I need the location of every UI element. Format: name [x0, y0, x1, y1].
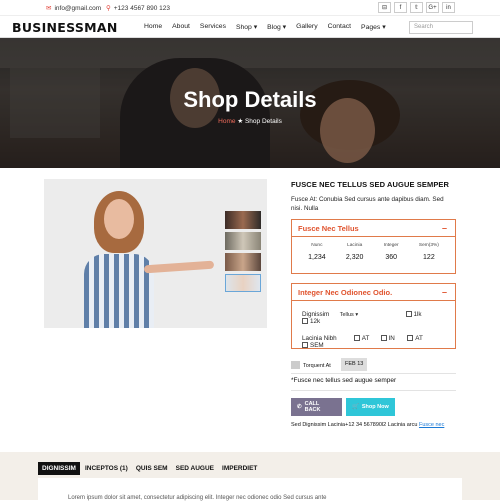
thumbnail-1[interactable]	[225, 211, 261, 229]
product-info: FUSCE NEC TELLUS SED AUGUE SEMPER Fusce …	[291, 180, 456, 213]
stats-box: Fusce Nec Tellus – Nunc 1,234 Lacinia 2,320…	[291, 219, 456, 274]
divider	[291, 390, 456, 391]
tab-inceptos[interactable]: INCEPTOS (1)	[82, 462, 131, 475]
model-arm	[143, 260, 215, 274]
nav-item-services[interactable]: Services	[200, 23, 226, 31]
tab-sed-augue[interactable]: SED AUGUE	[173, 462, 217, 475]
meta-label: Torquent At	[291, 358, 335, 371]
cart-icon: 🛒	[352, 404, 359, 410]
calendar-icon	[291, 361, 300, 369]
contact-email[interactable]: ✉ info@gmail.com	[46, 4, 101, 12]
phone-icon: ✆	[297, 404, 302, 410]
stat-item: Nunc 1,234	[308, 243, 326, 261]
product-note: *Fusce nec tellus sed augue semper	[291, 377, 397, 384]
google-plus-icon[interactable]: G+	[426, 2, 439, 13]
rss-icon[interactable]: ⊟	[378, 2, 391, 13]
twitter-icon[interactable]: 𝕥	[410, 2, 423, 13]
search-input[interactable]: Search	[409, 21, 473, 34]
location-icon: ⚲	[106, 5, 111, 12]
nav-item-contact[interactable]: Contact	[328, 23, 351, 31]
breadcrumb-current: Shop Details	[244, 118, 282, 125]
divider	[291, 373, 456, 374]
tellus-select[interactable]: Tellus ▾	[340, 312, 388, 318]
option-at-2[interactable]: AT	[407, 335, 432, 342]
main-navbar: BUSINESSMAN Home About Services Shop ▾ B…	[0, 15, 500, 38]
page-title: Shop Details	[183, 87, 317, 112]
nav-item-shop[interactable]: Shop ▾	[236, 23, 257, 31]
checkbox[interactable]	[302, 342, 308, 348]
contact-phone[interactable]: ⚲ +123 4567 890 123	[106, 4, 170, 12]
options-box: Integer Nec Odionec Odio. – Dignissim Tel…	[291, 283, 456, 349]
thumbnail-3[interactable]	[225, 253, 261, 271]
tab-dignissim[interactable]: DIGNISSIM	[38, 462, 80, 475]
stats-box-header[interactable]: Fusce Nec Tellus –	[292, 220, 455, 237]
breadcrumb: Home ★ Shop Details	[0, 117, 500, 125]
model-face	[104, 199, 134, 239]
tab-quis-sem[interactable]: QUIS SEM	[133, 462, 171, 475]
nav-item-blog[interactable]: Blog ▾	[267, 23, 286, 31]
stat-item: Sem(3%) 122	[418, 243, 439, 261]
star-icon: ★	[237, 118, 245, 125]
breadcrumb-home[interactable]: Home	[218, 118, 235, 125]
checkbox[interactable]	[302, 318, 308, 324]
option-1lk[interactable]: 1lk	[405, 311, 432, 318]
social-links: ⊟ f 𝕥 G+ in	[378, 2, 455, 13]
collapse-icon[interactable]: –	[442, 287, 447, 297]
option-in[interactable]: IN	[380, 335, 406, 342]
brand-logo[interactable]: BUSINESSMAN	[12, 20, 118, 35]
thumbnail-4-active[interactable]	[225, 274, 261, 292]
product-description: Fusce At: Conubia Sed cursus ante dapibu…	[291, 196, 444, 212]
facebook-icon[interactable]: f	[394, 2, 407, 13]
contact-link[interactable]: Fusce nec	[419, 422, 444, 428]
nav-menu: Home About Services Shop ▾ Blog ▾ Galler…	[144, 23, 386, 31]
option-row-dignissim: Dignissim Tellus ▾ 1lk 12k	[302, 311, 455, 325]
contact-info: Sed Dignissim Lacinia+12 34 567890l2 Lac…	[291, 422, 445, 428]
product-thumbnails	[225, 211, 261, 295]
checkbox[interactable]	[407, 335, 414, 341]
stat-item: Lacinia 2,320	[345, 243, 364, 261]
model-shirt	[84, 254, 154, 328]
stat-item: Integer 360	[383, 243, 399, 261]
checkbox[interactable]	[380, 335, 387, 341]
top-bar: ✉ info@gmail.com ⚲ +123 4567 890 123 ⊟ f 𝕥…	[0, 0, 500, 15]
meta-date-badge: FEB 13	[341, 358, 368, 371]
mail-icon: ✉	[46, 5, 52, 12]
thumbnail-2[interactable]	[225, 232, 261, 250]
nav-item-pages[interactable]: Pages ▾	[361, 23, 386, 31]
call-back-button[interactable]: ✆ CALL BACK	[291, 398, 342, 416]
product-tabs: DIGNISSIM INCEPTOS (1) QUIS SEM SED AUGU…	[38, 462, 262, 475]
checkbox[interactable]	[353, 335, 360, 341]
stats-row: Nunc 1,234 Lacinia 2,320 Integer 360 Sem(3%…	[292, 237, 455, 261]
linkedin-icon[interactable]: in	[442, 2, 455, 13]
tab-content-text: Lorem ipsum dolor sit amet, consectetur …	[68, 495, 327, 501]
collapse-icon[interactable]: –	[442, 223, 447, 233]
nav-item-home[interactable]: Home	[144, 23, 162, 31]
options-box-header[interactable]: Integer Nec Odionec Odio. –	[292, 284, 455, 301]
option-at[interactable]: AT	[353, 335, 379, 342]
product-title: FUSCE NEC TELLUS SED AUGUE SEMPER	[291, 180, 450, 189]
checkbox[interactable]	[405, 311, 412, 317]
option-12k[interactable]: 12k	[302, 318, 326, 325]
option-row-lacinia: Lacinia Nibh AT IN AT SEM	[302, 335, 455, 349]
tab-imperdiet[interactable]: IMPERDIET	[219, 462, 260, 475]
hero-banner: Shop Details Home ★ Shop Details	[0, 38, 500, 168]
shop-now-button[interactable]: 🛒 Shop Now	[346, 398, 395, 416]
nav-item-about[interactable]: About	[172, 23, 190, 31]
option-sem[interactable]: SEM	[302, 342, 330, 349]
nav-item-gallery[interactable]: Gallery	[296, 23, 318, 31]
